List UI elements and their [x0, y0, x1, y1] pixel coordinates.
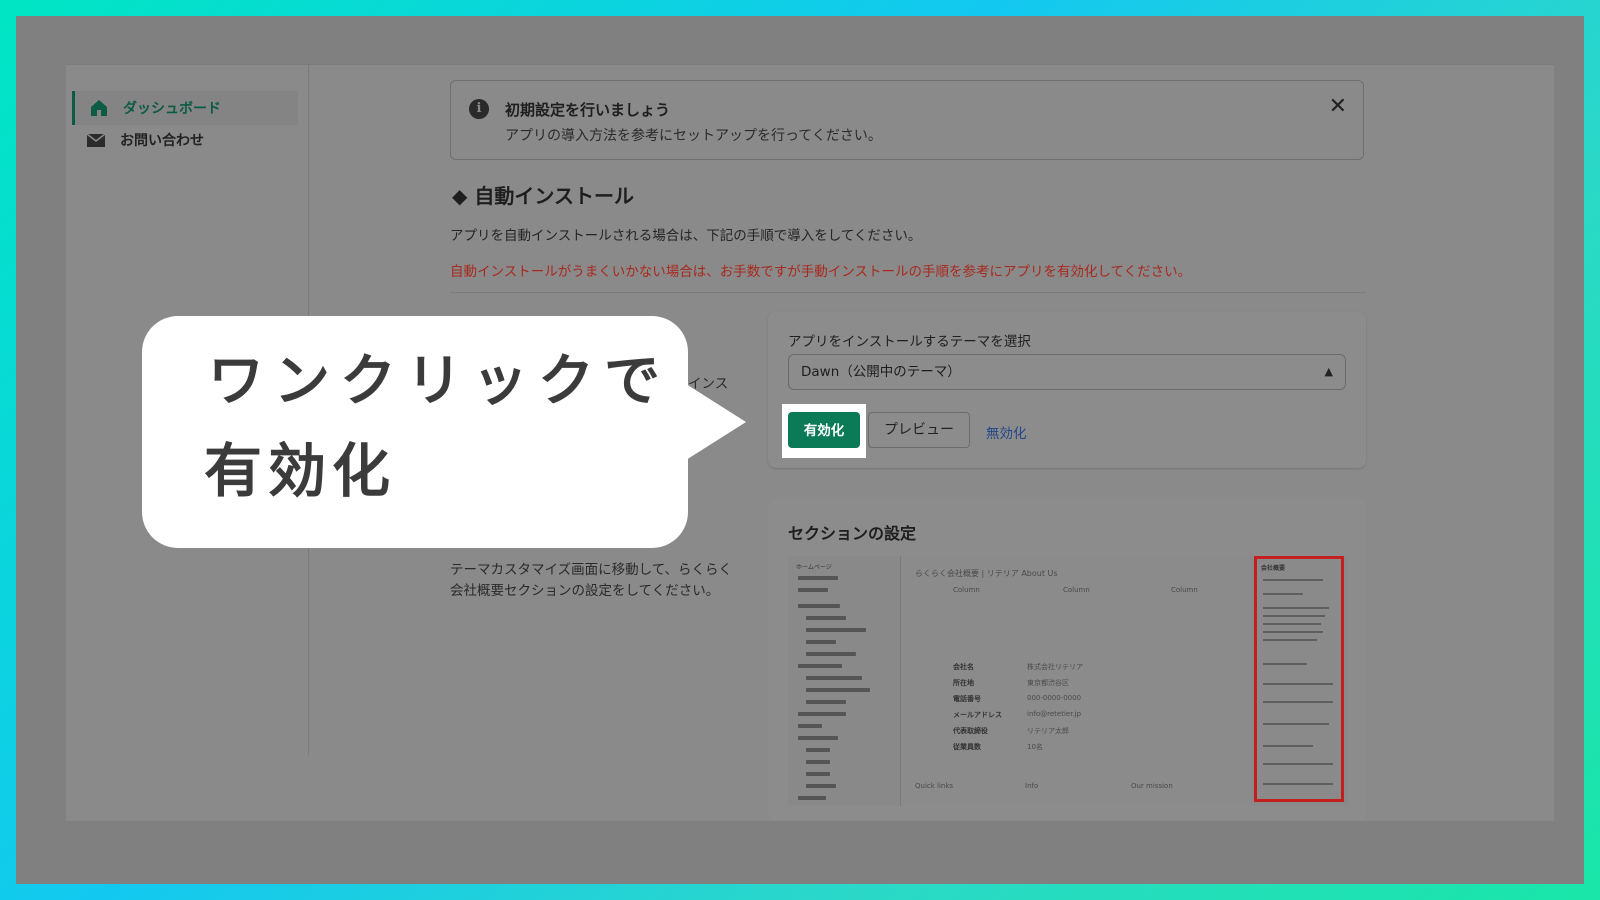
panel-line	[1263, 615, 1325, 617]
tree-item	[806, 700, 846, 704]
preview-column: Column	[1171, 586, 1198, 594]
home-icon	[91, 100, 107, 116]
preview-row-value: 000-0000-0000	[1027, 694, 1082, 702]
sidebar-item-contact[interactable]: お問い合わせ	[72, 123, 298, 157]
panel-line	[1263, 783, 1333, 785]
callout-line-2: 有効化	[204, 437, 397, 505]
panel-line	[1263, 579, 1323, 581]
tree-item	[798, 736, 838, 740]
preview-footer: Our mission	[1131, 782, 1173, 790]
setup-banner: i 初期設定を行いましょう アプリの導入方法を参考にセットアップを行ってください…	[450, 80, 1364, 160]
tree-item	[806, 616, 846, 620]
warning-text: 自動インストールがうまくいかない場合は、お手数ですが手動インストールの手順を参考…	[450, 264, 1192, 280]
tree-item	[806, 628, 866, 632]
section-settings-card: セクションの設定 ホームページ らくらく会社概要 | リテリア About Us…	[768, 500, 1366, 820]
callout-pointer	[686, 384, 746, 460]
preview-row-value: 株式会社リテリア	[1027, 663, 1083, 671]
editor-preview: らくらく会社概要 | リテリア About Us Column Column C…	[900, 556, 1251, 806]
sidebar-item-label: お問い合わせ	[120, 133, 204, 149]
preview-row-key: 所在地	[953, 679, 974, 687]
sidebar-item-dashboard[interactable]: ダッシュボード	[72, 91, 298, 125]
preview-footer: Info	[1025, 782, 1039, 790]
preview-row-value: info@retetier.jp	[1027, 710, 1082, 718]
panel-line	[1263, 745, 1313, 747]
panel-line	[1263, 701, 1333, 703]
tree-item	[798, 712, 846, 716]
tree-item	[806, 676, 862, 680]
activate-highlight: 有効化	[782, 404, 866, 458]
banner-title: 初期設定を行いましょう	[505, 101, 671, 119]
panel-line	[1263, 607, 1329, 609]
preview-row-key: 代表取締役	[953, 727, 988, 735]
tree-item	[806, 640, 836, 644]
settings-panel-title: 会社概要	[1261, 565, 1286, 572]
section-settings-title: セクションの設定	[788, 524, 917, 543]
mail-icon	[86, 133, 106, 147]
screenshot-frame: ダッシュボード お問い合わせ i 初期設定を行いましょう アプリの導入方法を参考…	[16, 16, 1584, 884]
tree-item	[798, 664, 842, 668]
tree-item	[798, 576, 838, 580]
tree-item	[806, 688, 870, 692]
tree-item	[806, 652, 856, 656]
preview-column: Column	[1063, 586, 1090, 594]
editor-sidebar: ホームページ	[788, 556, 888, 806]
preview-row-value: 10名	[1027, 743, 1043, 751]
panel-line	[1263, 623, 1321, 625]
theme-editor-screenshot: ホームページ らくらく会社概要 | リテリア About Us Column C…	[788, 556, 1348, 806]
callout-bubble: ワンクリックで 有効化	[142, 316, 688, 548]
theme-select-label: アプリをインストールするテーマを選択	[788, 334, 1031, 350]
tree-item	[798, 796, 826, 800]
info-icon: i	[469, 99, 489, 119]
preview-row-key: 電話番号	[953, 695, 981, 703]
panel-line	[1263, 631, 1323, 633]
activate-button[interactable]: 有効化	[788, 412, 860, 448]
preview-row-value: リテリア太郎	[1027, 727, 1069, 735]
panel-line	[1263, 763, 1333, 765]
preview-column: Column	[953, 586, 980, 594]
panel-line	[1263, 593, 1303, 595]
tree-item	[806, 772, 830, 776]
disable-link[interactable]: 無効化	[986, 422, 1027, 442]
editor-sidebar-title: ホームページ	[796, 564, 832, 571]
close-icon[interactable]: ✕	[1329, 96, 1347, 118]
tree-item	[798, 604, 840, 608]
tree-item	[806, 760, 830, 764]
section-settings-description: テーマカスタマイズ画面に移動して、らくらく会社概要セクションの設定をしてください…	[450, 562, 733, 599]
banner-description: アプリの導入方法を参考にセットアップを行ってください。	[505, 128, 882, 144]
preview-row-key: 会社名	[953, 663, 974, 671]
callout-line-1: ワンクリックで	[208, 349, 670, 414]
divider	[450, 292, 1366, 293]
theme-select-value: Dawn（公開中のテーマ）	[801, 364, 961, 380]
select-arrows-icon: ▲	[1324, 365, 1333, 378]
preview-row-key: メールアドレス	[953, 711, 1002, 719]
preview-row-key: 従業員数	[953, 743, 981, 751]
preview-footer: Quick links	[915, 782, 954, 790]
theme-select[interactable]: Dawn（公開中のテーマ） ▲	[788, 354, 1346, 390]
panel-line	[1263, 723, 1329, 725]
preview-button[interactable]: プレビュー	[868, 412, 970, 448]
panel-line	[1263, 639, 1317, 641]
sidebar-item-label: ダッシュボード	[123, 101, 221, 117]
preview-row-value: 東京都渋谷区	[1027, 679, 1069, 687]
panel-line	[1263, 663, 1307, 665]
tree-item	[806, 784, 836, 788]
tree-item	[798, 588, 828, 592]
preview-header: らくらく会社概要 | リテリア About Us	[915, 569, 1058, 578]
instruction-text: アプリを自動インストールされる場合は、下記の手順で導入をしてください。	[450, 228, 922, 244]
panel-line	[1263, 683, 1333, 685]
highlighted-settings-panel: 会社概要	[1254, 556, 1344, 802]
section-heading: ◆ 自動インストール	[452, 184, 634, 208]
tree-item	[798, 724, 822, 728]
tree-item	[806, 748, 830, 752]
